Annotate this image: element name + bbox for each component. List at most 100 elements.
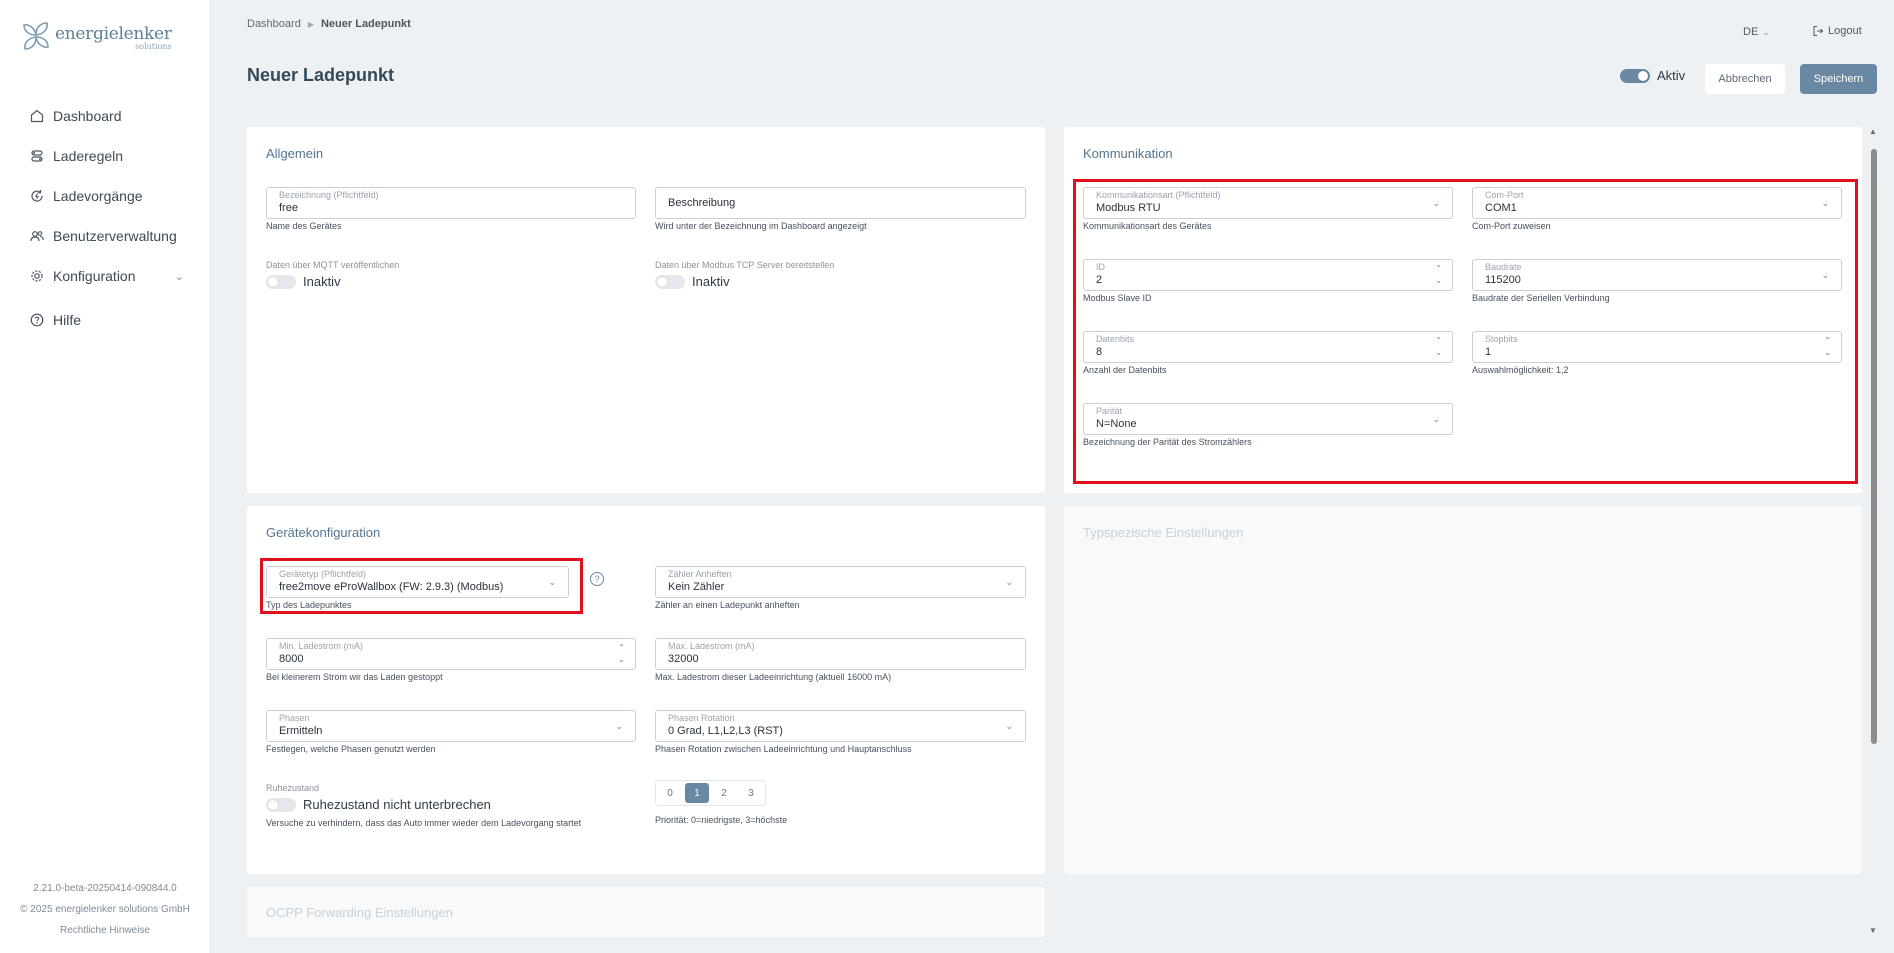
active-toggle[interactable]: Aktiv — [1620, 68, 1685, 83]
field-hint: Priorität: 0=niedrigste, 3=höchste — [655, 815, 788, 825]
modbus-switch[interactable] — [655, 274, 685, 289]
home-icon — [29, 108, 45, 124]
logo[interactable]: energielenker solutions — [20, 20, 172, 52]
rest-toggle[interactable]: Ruhezustand nicht unterbrechen — [266, 797, 491, 812]
chevron-down-icon: ⌄ — [1762, 27, 1770, 37]
field-hint: Versuche zu verhindern, dass das Auto im… — [266, 818, 582, 828]
priority-option-3[interactable]: 3 — [739, 783, 763, 803]
breadcrumb-separator-icon: ▶ — [307, 19, 314, 29]
chevron-down-icon: ⌄ — [174, 270, 184, 283]
page-title: Neuer Ladepunkt — [247, 65, 395, 85]
card-ocpp-forwarding: OCPP Forwarding Einstellungen — [247, 887, 1045, 937]
rest-label: Ruhezustand — [266, 783, 320, 793]
card-title: Kommunikation — [1083, 146, 1173, 161]
scroll-down-icon[interactable]: ▼ — [1869, 926, 1877, 935]
scrollbar[interactable]: ▲ ▼ — [1868, 127, 1880, 935]
chevron-down-icon: ⌄ — [1005, 721, 1013, 731]
card-title: Allgemein — [266, 146, 324, 161]
min-current-input[interactable]: Min. Ladestrom (mA) 8000 ⌃ ⌄ — [266, 638, 636, 670]
breadcrumb-dashboard[interactable]: Dashboard — [247, 18, 301, 30]
scrollbar-thumb[interactable] — [1871, 149, 1877, 744]
field-hint: Festlegen, welche Phasen genutzt werden — [266, 744, 436, 754]
field-hint: Zähler an einen Ladepunkt anheften — [655, 600, 800, 610]
logout-icon — [1813, 26, 1824, 36]
toggle-state: Inaktiv — [692, 274, 730, 289]
sidebar-item-label: Dashboard — [53, 108, 122, 124]
active-switch[interactable] — [1620, 68, 1650, 83]
mqtt-label: Daten über MQTT veröffentlichen — [266, 260, 400, 270]
rules-icon — [29, 148, 45, 164]
chevron-down-icon: ⌄ — [615, 721, 623, 731]
field-label: Max. Ladestrom (mA) — [668, 641, 755, 651]
logout-label: Logout — [1828, 25, 1862, 37]
toggle-state: Inaktiv — [303, 274, 341, 289]
sidebar-item-label: Ladevorgänge — [53, 188, 143, 204]
card-title: Typspezische Einstellungen — [1083, 525, 1244, 540]
field-hint: Wird unter der Bezeichnung im Dashboard … — [655, 221, 867, 231]
priority-option-1[interactable]: 1 — [685, 783, 709, 803]
description-field[interactable]: Beschreibung — [655, 187, 1026, 219]
cancel-button[interactable]: Abbrechen — [1705, 64, 1785, 94]
refresh-icon — [29, 188, 45, 204]
priority-selector: 0 1 2 3 — [655, 780, 766, 806]
sidebar-nav: Dashboard Laderegeln Ladevorgänge Benutz… — [0, 96, 210, 340]
field-label: Phasen Rotation — [668, 713, 735, 723]
logout-button[interactable]: Logout — [1812, 25, 1862, 37]
phases-select[interactable]: Phasen Ermitteln ⌄ — [266, 710, 636, 742]
rest-switch[interactable] — [266, 797, 296, 812]
highlight-box — [1073, 179, 1858, 484]
priority-option-2[interactable]: 2 — [712, 783, 736, 803]
modbus-label: Daten über Modbus TCP Server bereitstell… — [655, 260, 835, 270]
sidebar-item-label: Laderegeln — [53, 148, 124, 164]
logo-name: energielenker — [55, 24, 172, 44]
card-title: Gerätekonfiguration — [266, 525, 381, 540]
card-typspezifisch: Typspezische Einstellungen — [1064, 506, 1862, 874]
field-value: free — [279, 202, 298, 214]
chevron-down-icon: ⌄ — [1005, 577, 1013, 587]
field-value: Kein Zähler — [668, 581, 725, 593]
sidebar-item-dashboard[interactable]: Dashboard — [0, 96, 210, 136]
toggle-label: Ruhezustand nicht unterbrechen — [303, 797, 491, 812]
field-label: Zähler Anheften — [668, 569, 732, 579]
language-select[interactable]: DE ⌄ — [1743, 26, 1770, 38]
field-hint: Phasen Rotation zwischen Ladeeinrichtung… — [655, 744, 912, 754]
sidebar-item-hilfe[interactable]: Hilfe — [0, 300, 210, 340]
field-label: Bezeichnung (Pflichtfeld) — [279, 190, 379, 200]
sidebar: energielenker solutions Dashboard Ladere… — [0, 0, 211, 953]
modbus-toggle[interactable]: Inaktiv — [655, 274, 730, 289]
meter-select[interactable]: Zähler Anheften Kein Zähler ⌄ — [655, 566, 1026, 598]
field-value: Ermitteln — [279, 725, 323, 737]
version-text: 2.21.0-beta-20250414-090844.0 — [33, 883, 177, 894]
mqtt-toggle[interactable]: Inaktiv — [266, 274, 341, 289]
field-label: Phasen — [279, 713, 310, 723]
card-title: OCPP Forwarding Einstellungen — [266, 905, 453, 920]
sidebar-item-label: Konfiguration — [53, 268, 136, 284]
logo-icon — [23, 22, 49, 50]
field-placeholder: Beschreibung — [668, 197, 736, 209]
mqtt-switch[interactable] — [266, 274, 296, 289]
stepper-icon[interactable]: ⌃ ⌄ — [618, 642, 625, 666]
sidebar-item-label: Hilfe — [53, 312, 82, 328]
language-value: DE — [1743, 26, 1759, 38]
name-field[interactable]: Bezeichnung (Pflichtfeld) free — [266, 187, 636, 219]
sidebar-item-benutzerverwaltung[interactable]: Benutzerverwaltung — [0, 216, 210, 256]
help-icon[interactable]: ? — [590, 572, 604, 586]
priority-option-0[interactable]: 0 — [658, 783, 682, 803]
save-button[interactable]: Speichern — [1800, 64, 1877, 94]
breadcrumb-current: Neuer Ladepunkt — [320, 18, 411, 30]
card-allgemein: Allgemein Bezeichnung (Pflichtfeld) free… — [247, 127, 1045, 493]
sidebar-item-ladevorgaenge[interactable]: Ladevorgänge — [0, 176, 210, 216]
highlight-box — [260, 558, 583, 614]
sidebar-item-konfiguration[interactable]: Konfiguration ⌄ — [0, 256, 210, 296]
copyright-text: © 2025 energielenker solutions GmbH — [20, 904, 190, 915]
breadcrumb: Dashboard ▶ Neuer Ladepunkt — [247, 18, 411, 30]
active-label: Aktiv — [1657, 68, 1686, 83]
gear-icon — [29, 268, 45, 284]
field-hint: Name des Gerätes — [266, 221, 342, 231]
field-value: 8000 — [279, 653, 304, 665]
sidebar-item-laderegeln[interactable]: Laderegeln — [0, 136, 210, 176]
max-current-input[interactable]: Max. Ladestrom (mA) 32000 — [655, 638, 1026, 670]
scroll-up-icon[interactable]: ▲ — [1869, 127, 1877, 136]
phase-rotation-select[interactable]: Phasen Rotation 0 Grad, L1,L2,L3 (RST) ⌄ — [655, 710, 1026, 742]
legal-link[interactable]: Rechtliche Hinweise — [0, 920, 210, 941]
